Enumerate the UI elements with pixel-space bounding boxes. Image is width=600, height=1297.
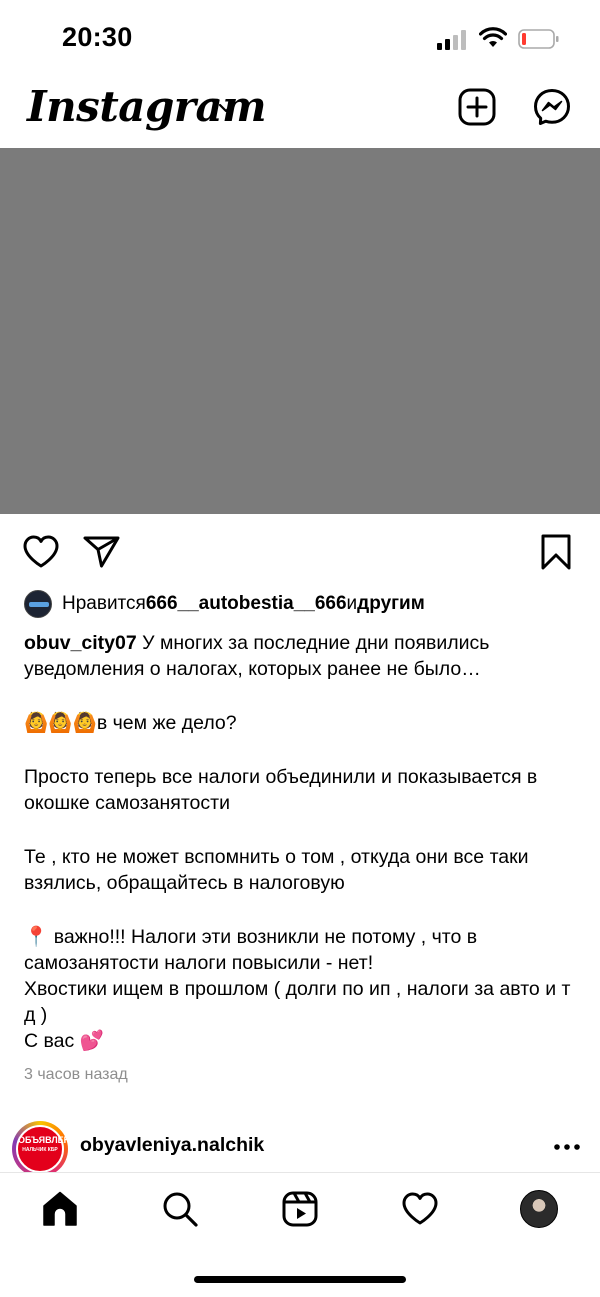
post-caption: obuv_city07 У многих за последние дни по… [24,630,580,1054]
battery-icon [518,29,559,49]
wifi-icon [479,27,507,49]
cellular-signal-icon [437,30,469,50]
post-actions [0,528,600,574]
status-time: 20:30 [62,22,133,52]
likes-summary[interactable]: Нравится 666__autobestia__666 и другим [24,590,425,618]
caption-paragraph-6: С вас [24,1030,80,1052]
next-post-username[interactable]: obyavleniya.nalchik [80,1134,264,1157]
next-post-avatar[interactable]: ОБЪЯВЛЕНИЯ НАЛЬЧИК КБР [12,1121,84,1177]
tab-reels[interactable] [280,1189,320,1229]
next-post-header: ОБЪЯВЛЕНИЯ НАЛЬЧИК КБР obyavleniya.nalch… [0,1118,600,1177]
new-post-button[interactable] [458,88,496,126]
paper-plane-icon [83,536,120,568]
tab-home[interactable] [40,1189,80,1229]
more-horizontal-icon [554,1144,580,1150]
tab-profile-avatar[interactable] [520,1190,558,1228]
hearts-emoji: 💕 [79,1029,104,1052]
messenger-icon [534,89,570,125]
caption-question: в чем же дело? [96,712,237,734]
messenger-button[interactable] [533,88,571,126]
avatar-logo: ОБЪЯВЛЕНИЯ НАЛЬЧИК КБР [16,1125,84,1173]
caption-paragraph-2: Просто теперь все налоги объединили и по… [24,766,538,814]
post-image[interactable] [0,148,600,514]
share-button[interactable] [82,532,122,572]
caption-paragraph-3: Те , кто не может вспомнить о том , отку… [24,846,529,894]
avatar-logo-text-top: ОБЪЯВЛЕНИЯ [18,1135,84,1145]
caption-emoji-row: 🙆🙆🙆 [24,711,97,734]
caption-paragraph-5: Хвостики ищем в прошлом ( долги по ип , … [24,978,571,1026]
chevron-down-icon[interactable] [218,102,234,114]
more-options-button[interactable] [552,1132,582,1162]
bookmark-icon [541,534,571,570]
avatar-logo-text-bottom: НАЛЬЧИК КБР [22,1147,58,1153]
likes-others[interactable]: другим [357,593,425,615]
home-indicator[interactable] [194,1276,406,1283]
liker-avatar [24,590,52,618]
heart-icon [23,535,59,568]
tab-search[interactable] [160,1189,200,1229]
heart-icon [402,1192,438,1225]
app-header: Instagram [0,78,600,148]
plus-square-icon [458,88,496,126]
reels-icon [282,1191,318,1227]
caption-paragraph-4: важно!!! Налоги эти возникли не потому ,… [24,926,478,974]
bottom-tab-bar [0,1172,600,1242]
pin-emoji: 📍 [24,925,49,948]
liker-username[interactable]: 666__autobestia__666 [146,593,347,615]
status-bar: 20:30 [0,0,600,78]
likes-prefix: Нравится [62,593,146,614]
save-button[interactable] [537,532,577,572]
likes-middle: и [346,593,358,614]
caption-username[interactable]: obuv_city07 [24,632,137,654]
home-icon [43,1191,77,1226]
post-timestamp: 3 часов назад [24,1066,128,1083]
tab-activity[interactable] [400,1189,440,1229]
search-icon [163,1192,198,1227]
like-button[interactable] [21,532,61,572]
